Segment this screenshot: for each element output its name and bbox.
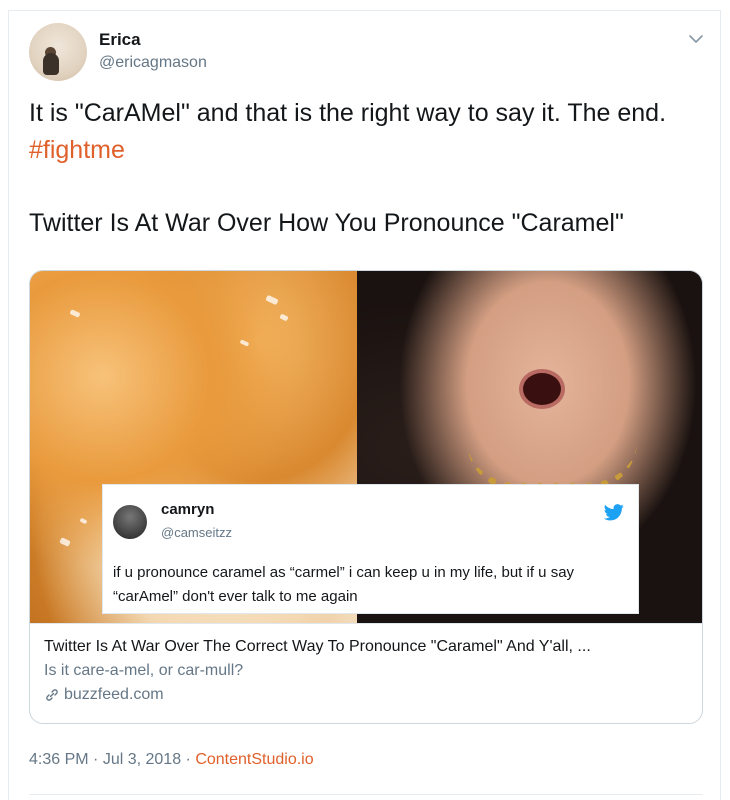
tweet-time[interactable]: 4:36 PM (29, 751, 89, 768)
tweet-text: It is "CarAMel" and that is the right wa… (29, 95, 709, 242)
avatar[interactable] (29, 23, 87, 81)
tweet-meta: 4:36 PM · Jul 3, 2018 · ContentStudio.io (29, 751, 314, 769)
link-icon (46, 689, 58, 701)
card-domain-text: buzzfeed.com (64, 686, 164, 703)
embedded-avatar (113, 505, 147, 539)
user-display-name[interactable]: Erica (99, 30, 141, 50)
tweet-source[interactable]: ContentStudio.io (195, 751, 313, 768)
tweet-date[interactable]: Jul 3, 2018 (103, 751, 181, 768)
card-title[interactable]: Twitter Is At War Over The Correct Way T… (44, 638, 690, 656)
hashtag-link[interactable]: #fightme (29, 136, 125, 164)
embedded-handle: @camseitzz (161, 525, 232, 540)
avatar-figure (43, 53, 59, 75)
tweet-text-part1: It is "CarAMel" and that is the right wa… (29, 99, 667, 127)
twitter-bird-icon (604, 504, 624, 521)
meta-separator: · (88, 751, 103, 768)
embedded-tweet-text: if u pronounce caramel as “carmel” i can… (113, 564, 575, 605)
meta-separator: · (181, 751, 196, 768)
mouth-shape (519, 369, 565, 409)
embedded-display-name: camryn (161, 501, 215, 518)
tweet-card: Erica @ericagmason It is "CarAMel" and t… (8, 10, 721, 800)
chevron-down-icon[interactable] (688, 31, 704, 47)
card-description: Is it care-a-mel, or car-mull? (44, 662, 244, 679)
embedded-tweet: camryn @camseitzz if u pronounce caramel… (102, 484, 639, 614)
divider (29, 794, 703, 795)
card-image: camryn @camseitzz if u pronounce caramel… (30, 271, 702, 623)
card-domain[interactable]: buzzfeed.com (44, 686, 690, 704)
tweet-text-part2: Twitter Is At War Over How You Pronounce… (29, 209, 624, 237)
card-body[interactable]: Twitter Is At War Over The Correct Way T… (30, 623, 702, 723)
user-handle[interactable]: @ericagmason (99, 54, 207, 72)
link-preview-card[interactable]: camryn @camseitzz if u pronounce caramel… (29, 270, 703, 724)
